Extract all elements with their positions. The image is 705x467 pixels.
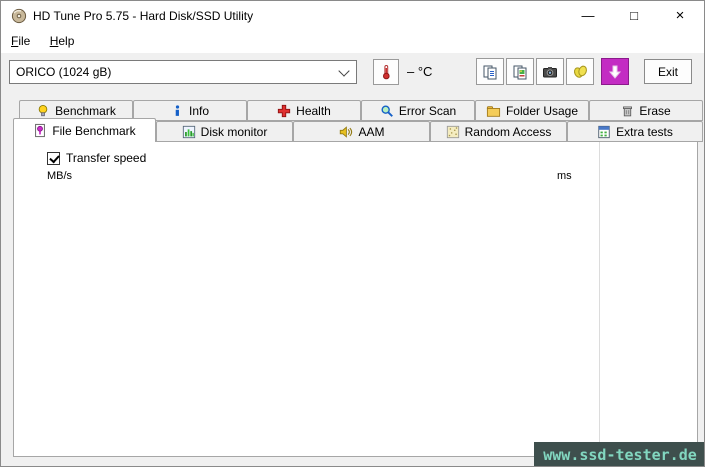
info-icon [175,104,180,116]
menu-bar: File Help [1,31,704,53]
copy-image-icon [513,65,527,79]
exit-button[interactable]: Exit [644,59,692,84]
copy-text-icon [483,65,497,79]
thermometer-icon [383,65,390,80]
maximize-button[interactable]: □ [611,1,657,31]
hands-icon [573,65,587,78]
title-bar: HD Tune Pro 5.75 - Hard Disk/SSD Utility… [1,1,704,31]
tab-file-benchmark[interactable]: File Benchmark [13,118,156,142]
trash-icon [623,106,633,116]
folder-icon [486,105,501,117]
drive-selector-value: ORICO (1024 gB) [16,65,112,79]
file-benchmark-panel [13,141,698,457]
grid-calc-icon [598,125,610,138]
maximize-icon: □ [630,8,638,23]
copy-text-button[interactable] [476,58,504,85]
minimize-icon: — [581,8,595,23]
chevron-down-icon [338,64,350,77]
bulb-icon [38,104,48,116]
tab-erase[interactable]: Erase [589,100,703,121]
download-arrow-icon [608,65,622,79]
window-title: HD Tune Pro 5.75 - Hard Disk/SSD Utility [33,9,254,23]
magnifier-icon [381,104,393,117]
temperature-unit: °C [417,64,433,79]
dots-square-icon [446,125,459,138]
panel-divider [599,142,600,456]
tab-folder-usage[interactable]: Folder Usage [475,100,589,121]
checkmark-icon [49,152,60,164]
file-benchmark-icon [35,123,46,138]
menu-help[interactable]: Help [42,31,83,51]
tab-error-scan[interactable]: Error Scan [361,100,475,121]
menu-file[interactable]: File [3,31,38,51]
tab-random-access[interactable]: Random Access [430,121,567,142]
close-button[interactable]: × [657,1,703,31]
speaker-icon [340,125,353,138]
camera-icon [543,66,557,77]
temperature-display: – °C [407,59,432,85]
health-cross-icon [278,104,291,117]
donate-button[interactable] [566,58,594,85]
temperature-value: – [407,64,415,79]
download-button[interactable] [601,58,629,85]
app-window: HD Tune Pro 5.75 - Hard Disk/SSD Utility… [0,0,705,467]
tab-disk-monitor[interactable]: Disk monitor [156,121,293,142]
tab-health[interactable]: Health [247,100,361,121]
y-right-axis-unit: ms [557,170,572,182]
screenshot-button[interactable] [536,58,564,85]
bar-chart-icon [182,125,195,138]
transfer-speed-label: Transfer speed [66,151,147,165]
temperature-button[interactable] [373,59,399,85]
close-icon: × [675,7,685,24]
drive-selector[interactable]: ORICO (1024 gB) [9,60,357,84]
y-left-axis-unit: MB/s [47,170,73,182]
transfer-speed-checkbox[interactable] [47,152,60,165]
minimize-button[interactable]: — [565,1,611,31]
copy-image-button[interactable] [506,58,534,85]
toolbar: ORICO (1024 gB) – °C Exit [1,53,704,98]
tab-extra-tests[interactable]: Extra tests [567,121,703,142]
watermark: www.ssd-tester.de [534,442,704,466]
app-icon disk-icon [11,8,27,24]
tab-aam[interactable]: AAM [293,121,430,142]
